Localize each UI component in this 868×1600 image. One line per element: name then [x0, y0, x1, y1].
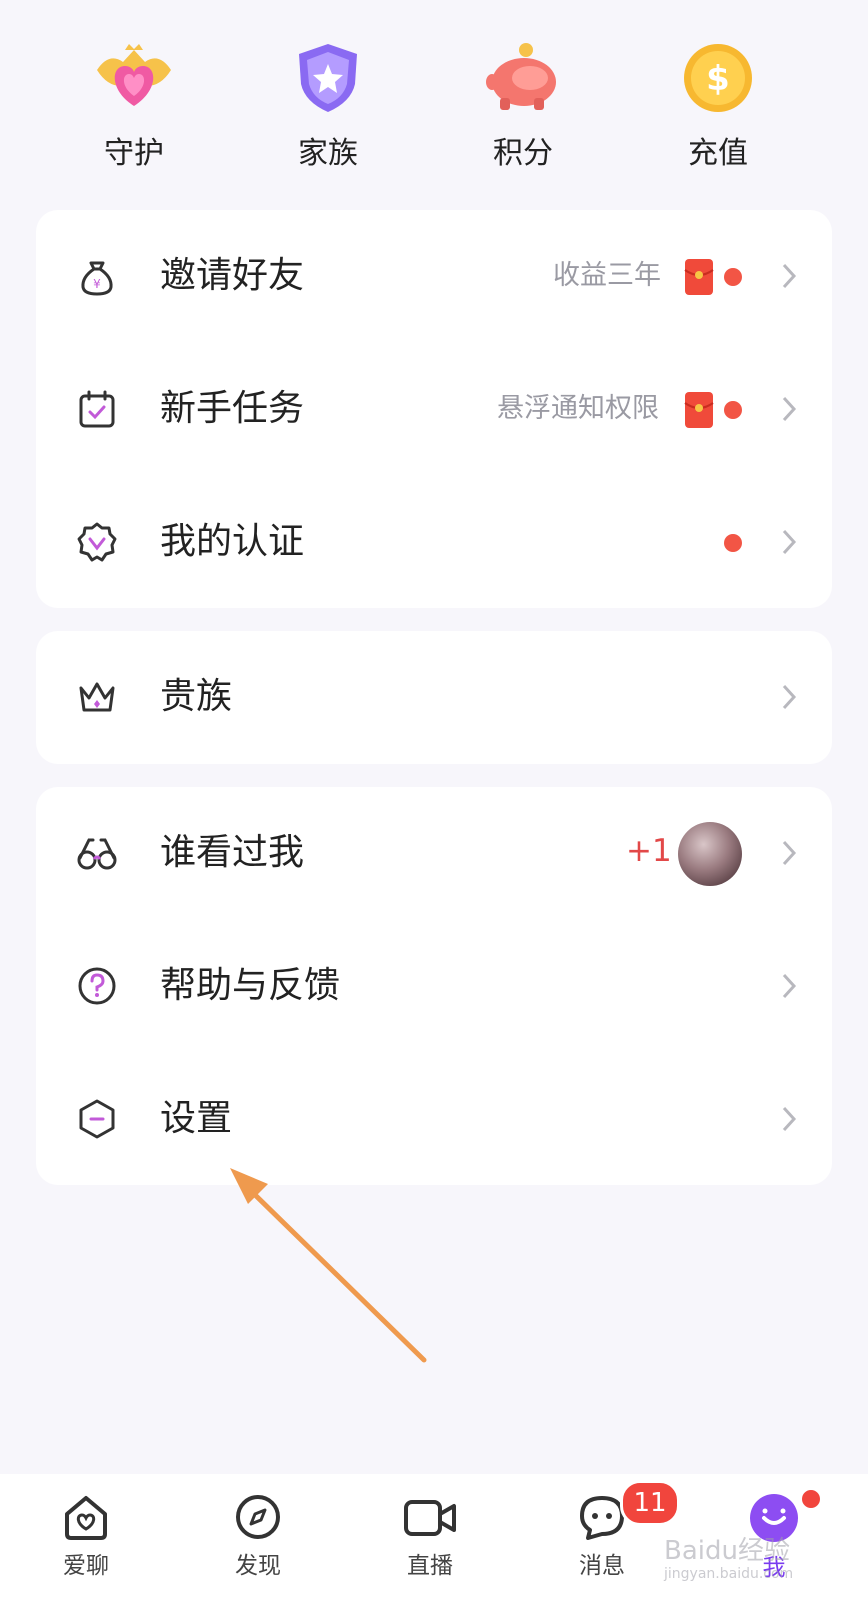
- menu-item-settings[interactable]: 设置: [36, 1053, 832, 1186]
- guard-heart-icon: [97, 44, 171, 106]
- me-notification-dot: [800, 1488, 822, 1510]
- chevron-right-icon: [782, 396, 797, 422]
- menu-item-who-viewed-me[interactable]: 谁看过我 +1: [36, 787, 832, 920]
- watermark-url: jingyan.baidu.com: [664, 1566, 794, 1582]
- menu-item-label: 谁看过我: [160, 832, 305, 873]
- settings-hexagon-icon: [79, 1099, 115, 1139]
- menu-item-label: 帮助与反馈: [160, 965, 341, 1006]
- invite-hint: 收益三年: [553, 260, 661, 291]
- messages-unread-badge: 11: [620, 1480, 680, 1526]
- shortcut-label: 守护: [104, 136, 164, 171]
- chevron-right-icon: [782, 684, 797, 710]
- shortcut-label: 充值: [688, 136, 748, 171]
- shortcut-family[interactable]: 家族: [258, 40, 398, 171]
- money-bag-icon: ¥: [81, 261, 113, 296]
- menu-card-tasks: ¥ 邀请好友 收益三年 新手任务 悬浮通知权限 我的认证: [36, 210, 832, 608]
- tab-label: 消息: [579, 1553, 625, 1579]
- menu-item-label: 我的认证: [160, 521, 305, 562]
- menu-item-label: 邀请好友: [160, 255, 305, 296]
- menu-item-label: 新手任务: [160, 388, 305, 429]
- visitor-count: +1: [626, 833, 672, 869]
- video-camera-icon: [404, 1500, 456, 1536]
- notification-dot: [724, 534, 742, 552]
- verified-badge-icon: [77, 522, 117, 562]
- chevron-right-icon: [782, 529, 797, 555]
- menu-item-label: 设置: [160, 1098, 233, 1139]
- newbie-hint: 悬浮通知权限: [497, 393, 659, 424]
- notification-dot: [724, 268, 742, 286]
- red-envelope-icon: [684, 259, 714, 295]
- glasses-icon: [77, 838, 117, 870]
- coin-recharge-icon: $: [684, 44, 752, 112]
- home-heart-icon: [65, 1496, 107, 1540]
- shortcut-label: 积分: [493, 136, 553, 171]
- watermark: Baidu经验: [664, 1536, 790, 1566]
- menu-item-noble[interactable]: 贵族: [36, 631, 832, 764]
- menu-card-noble: 贵族: [36, 631, 832, 764]
- chevron-right-icon: [782, 840, 797, 866]
- chevron-right-icon: [782, 1106, 797, 1132]
- notification-dot: [724, 401, 742, 419]
- tab-discover[interactable]: 发现: [198, 1474, 318, 1600]
- chevron-right-icon: [782, 973, 797, 999]
- visitor-avatar[interactable]: [678, 822, 742, 886]
- shortcut-label: 家族: [298, 136, 358, 171]
- svg-text:¥: ¥: [93, 277, 101, 291]
- shortcut-guard[interactable]: 守护: [64, 40, 204, 171]
- shortcut-recharge[interactable]: $ 充值: [648, 40, 788, 171]
- menu-item-label: 贵族: [160, 676, 233, 717]
- piggy-bank-icon: [486, 43, 556, 110]
- menu-item-invite-friends[interactable]: ¥ 邀请好友 收益三年: [36, 210, 832, 343]
- family-shield-icon: [299, 44, 357, 112]
- tab-label: 爱聊: [63, 1553, 109, 1579]
- tab-label: 发现: [235, 1553, 281, 1579]
- chevron-right-icon: [782, 263, 797, 289]
- red-envelope-icon: [684, 392, 714, 428]
- shortcut-row: 守护 家族 积分 $ 充值: [0, 40, 868, 171]
- shortcut-points[interactable]: 积分: [453, 40, 593, 171]
- tab-chat[interactable]: 爱聊: [26, 1474, 146, 1600]
- compass-icon: [236, 1495, 280, 1539]
- calendar-check-icon: [79, 390, 115, 428]
- menu-item-help-feedback[interactable]: 帮助与反馈: [36, 920, 832, 1053]
- crown-icon: [79, 682, 115, 712]
- menu-card-general: 谁看过我 +1 帮助与反馈 设置: [36, 787, 832, 1185]
- menu-item-newbie-tasks[interactable]: 新手任务 悬浮通知权限: [36, 343, 832, 476]
- tab-label: 直播: [407, 1553, 453, 1579]
- menu-item-my-verification[interactable]: 我的认证: [36, 476, 832, 609]
- tab-live[interactable]: 直播: [370, 1474, 490, 1600]
- svg-text:$: $: [706, 59, 730, 99]
- help-circle-icon: [78, 967, 116, 1005]
